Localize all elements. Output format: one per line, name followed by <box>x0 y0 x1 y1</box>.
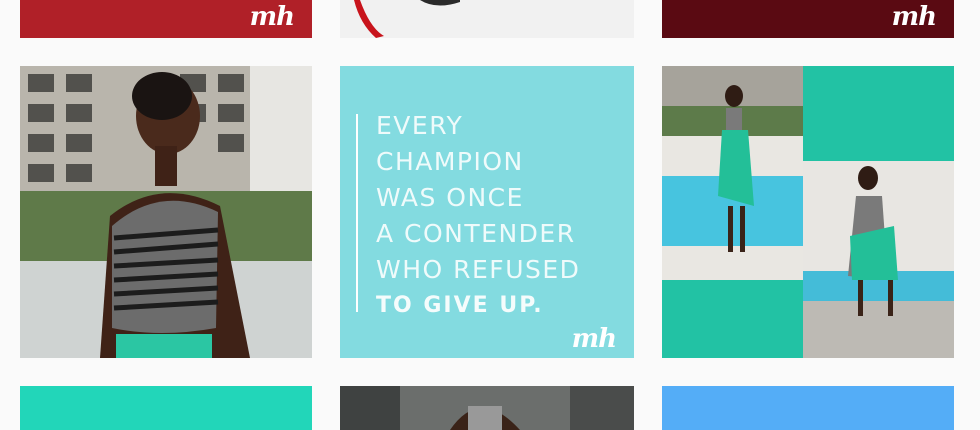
post-tile-7[interactable] <box>20 386 312 430</box>
quote-line: WHO REFUSED <box>376 255 581 284</box>
post-tile-9[interactable] <box>662 386 954 430</box>
quote-line: EVERY <box>376 111 464 140</box>
brand-logo: mh <box>571 324 617 354</box>
quote-line: WAS ONCE <box>376 183 524 212</box>
product-photo <box>340 0 634 38</box>
post-tile-6[interactable] <box>662 66 954 358</box>
collage-photo <box>662 66 954 358</box>
post-tile-4[interactable] <box>20 66 312 358</box>
post-tile-2[interactable] <box>340 0 634 38</box>
quote-line: A CONTENDER <box>376 219 576 248</box>
post-tile-1[interactable]: mh <box>20 0 312 38</box>
brand-logo: mh <box>249 2 295 32</box>
post-tile-3[interactable]: mh <box>662 0 954 38</box>
quote-text: EVERY CHAMPION WAS ONCE A CONTENDER WHO … <box>376 108 580 324</box>
brand-logo: mh <box>891 2 937 32</box>
post-grid: mh mh EVERY CHAMPION WAS ONCE A CONTENDE… <box>0 0 980 430</box>
post-tile-5[interactable]: EVERY CHAMPION WAS ONCE A CONTENDER WHO … <box>340 66 634 358</box>
post-tile-8[interactable] <box>340 386 634 430</box>
quote-line-emphasis: TO GIVE UP. <box>376 293 544 318</box>
quote-divider <box>356 114 358 312</box>
portrait-photo <box>340 386 634 430</box>
portrait-photo <box>20 66 312 358</box>
quote-line: CHAMPION <box>376 147 524 176</box>
